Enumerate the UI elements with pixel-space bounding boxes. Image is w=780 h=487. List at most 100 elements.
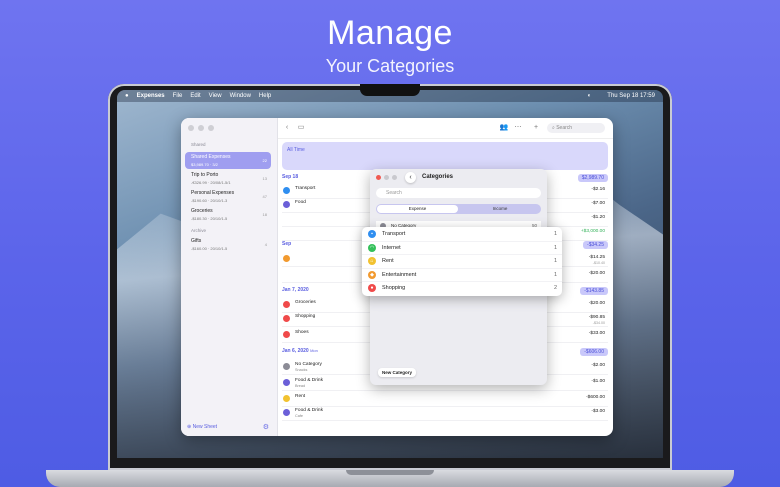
laptop-screen: ● Expenses File Edit View Window Help ◐ … (117, 90, 663, 458)
toolbar: ‹ ▭ 👥 ⋯ + ⌕ Search (278, 118, 613, 139)
apple-icon[interactable]: ● (125, 93, 129, 99)
table-row[interactable]: Food & Drink Cafe -$3.00 (282, 406, 608, 421)
category-row-entertainment[interactable]: ◆ Entertainment 1 (362, 268, 562, 283)
row-amount: -$3.00 (591, 409, 605, 414)
sidebar-section-archive: Archive (191, 228, 207, 233)
category-label: Internet (382, 244, 401, 251)
row-amount: -$600.00 (586, 395, 605, 400)
row-amount: +$3,000.00 (580, 229, 605, 234)
menu-edit[interactable]: Edit (190, 93, 200, 99)
date-header-total: -$606.00 (580, 348, 608, 356)
bus-icon (283, 187, 290, 194)
banner-label: All Time (287, 147, 305, 153)
sidebar-item-count: 4 (264, 242, 267, 247)
sidebar-item-title: Trip to Porto (191, 172, 219, 178)
shoe-icon (283, 331, 290, 338)
sidebar-item-count: 13 (262, 176, 267, 181)
menu-app-name[interactable]: Expenses (137, 93, 165, 99)
minimize-button[interactable] (384, 175, 389, 180)
close-button[interactable] (188, 125, 194, 131)
sidebar-item-title: Personal Expenses (191, 190, 235, 196)
house-icon: ⌂ (368, 257, 376, 266)
menu-view[interactable]: View (209, 93, 222, 99)
row-name: Food & Drink (295, 408, 323, 413)
sidebar: Shared Shared Expenses $3,989.70 · 3/2 2… (181, 118, 278, 436)
category-row-transport[interactable]: ▪ Transport 1 (362, 227, 562, 242)
category-icon (283, 363, 290, 370)
sidebar-item-title: Shared Expenses (191, 154, 231, 160)
category-row-shopping[interactable]: ● Shopping 2 (362, 281, 562, 295)
row-name: Transport (295, 186, 316, 191)
row-amount: -$90.85 (588, 315, 605, 320)
row-amount: -$2.16 (591, 187, 605, 192)
sidebar-item-groceries[interactable]: Groceries -$180.30 · 20/10/1-5 18 (185, 206, 271, 223)
people-icon[interactable]: 👥 (499, 123, 509, 133)
category-search-input[interactable]: Search (376, 188, 541, 198)
category-search-placeholder: Search (386, 190, 402, 196)
game-icon: ◆ (368, 270, 376, 279)
menu-help[interactable]: Help (259, 93, 271, 99)
menu-clock: Thu Sep 18 17:59 (607, 93, 655, 99)
sidebar-item-shared-expenses[interactable]: Shared Expenses $3,989.70 · 3/2 22 (185, 152, 271, 169)
new-sheet-button[interactable]: ⊕ New Sheet (187, 424, 217, 430)
control-center-icon[interactable]: ◐ (588, 93, 592, 99)
sidebar-item-count: 22 (262, 158, 267, 163)
sidebar-item-title: Groceries (191, 208, 213, 214)
category-label: Entertainment (382, 271, 417, 278)
close-button[interactable] (376, 175, 381, 180)
food-icon (283, 379, 290, 386)
search-placeholder: Search (556, 125, 573, 131)
food-icon (283, 409, 290, 416)
date-header-label: Sep 18 (282, 174, 299, 180)
add-icon[interactable]: + (531, 123, 541, 133)
more-icon[interactable]: ⋯ (513, 123, 523, 133)
row-amount: -$1.00 (591, 379, 605, 384)
sidebar-item-sub: -$180.30 · 20/10/1-5 (191, 216, 228, 221)
table-row[interactable]: Rent -$600.00 (282, 392, 608, 407)
sidebar-item-sub: -$160.00 · 20/10/1-5 (191, 246, 228, 251)
row-name: Food & Drink (295, 378, 323, 383)
summary-banner[interactable]: All Time (282, 142, 608, 170)
date-header-label: Jan 7, 2020 (282, 287, 309, 293)
minimize-button[interactable] (198, 125, 204, 131)
laptop-base (46, 470, 734, 487)
gear-icon[interactable]: ⚙ (263, 423, 269, 431)
row-amount: -$1.20 (591, 215, 605, 220)
row-name: Rent (295, 394, 306, 399)
new-category-button[interactable]: New Category (378, 368, 417, 377)
tab-expense[interactable]: Expense (377, 205, 458, 213)
row-name: No Category (295, 362, 322, 367)
menu-file[interactable]: File (173, 93, 183, 99)
search-input[interactable]: ⌕ Search (547, 123, 605, 133)
category-row-internet[interactable]: ◠ Internet 1 (362, 241, 562, 256)
row-amount: -$7.00 (591, 201, 605, 206)
tab-income[interactable]: Income (460, 205, 540, 213)
category-count: 2 (553, 285, 557, 292)
row-amount-secondary: -$10.40 (592, 261, 605, 265)
sidebar-item-personal-expenses[interactable]: Personal Expenses -$190.60 · 20/10/1-3 4… (185, 188, 271, 205)
category-row-rent[interactable]: ⌂ Rent 1 (362, 254, 562, 269)
row-amount: -$20.00 (588, 301, 605, 306)
food-icon (283, 201, 290, 208)
category-count: 1 (553, 231, 557, 237)
sidebar-item-trip-to-porto[interactable]: Trip to Porto -€326.99 · 20/08/1-5/1 13 (185, 170, 271, 187)
back-arrow-icon[interactable]: ‹ (282, 123, 292, 133)
laptop-lip (346, 470, 434, 475)
window-controls (188, 125, 214, 131)
wifi-icon: ◠ (368, 243, 376, 252)
menu-window[interactable]: Window (230, 93, 251, 99)
sidebar-item-sub: $3,989.70 · 3/2 (191, 162, 218, 167)
bag-icon (283, 315, 290, 322)
category-label: Shopping (382, 285, 406, 292)
category-icon (283, 255, 290, 262)
category-label: Rent (382, 258, 394, 265)
sidebar-item-title: Gifts (191, 238, 202, 244)
sidebar-item-gifts[interactable]: Gifts -$160.00 · 20/10/1-5 4 (185, 236, 271, 253)
hero-title: Manage (327, 14, 453, 52)
sidebar-toggle-icon[interactable]: ▭ (296, 123, 306, 133)
zoom-button[interactable] (392, 175, 397, 180)
back-button[interactable]: ‹ (405, 172, 416, 183)
row-amount: -$14.25 (588, 255, 605, 260)
zoom-button[interactable] (208, 125, 214, 131)
row-name: Shopping (295, 314, 316, 319)
